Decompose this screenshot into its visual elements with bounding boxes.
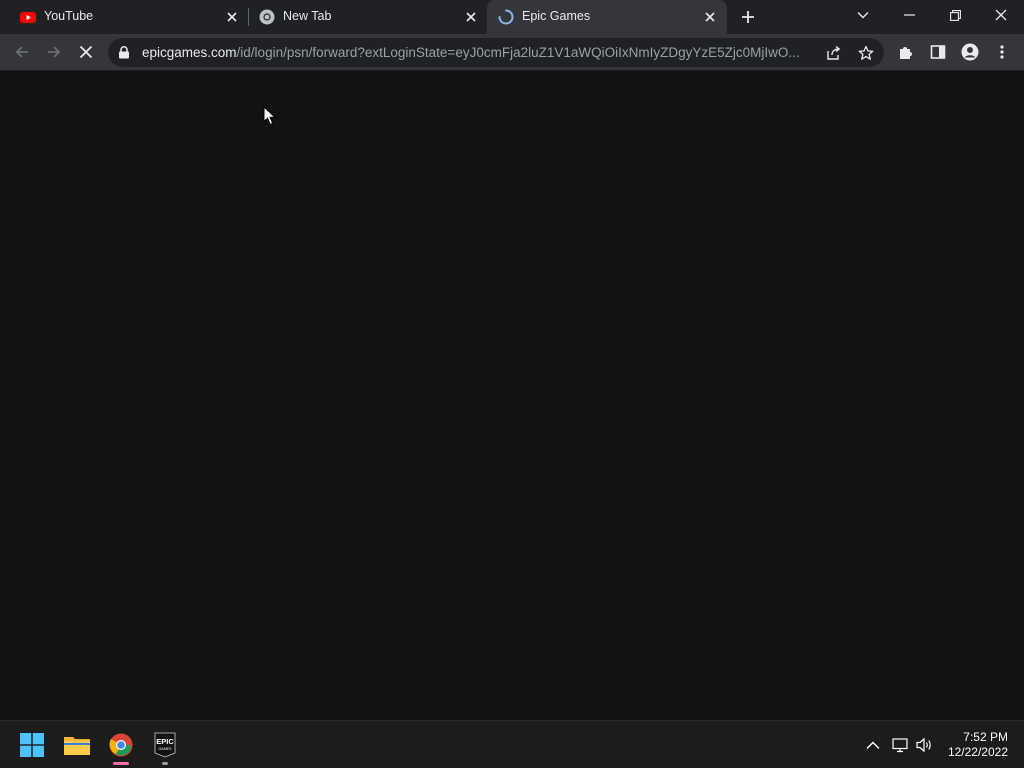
minimize-icon[interactable] — [897, 4, 921, 26]
show-hidden-icons-icon[interactable] — [863, 735, 883, 755]
clock-date: 12/22/2022 — [947, 745, 1008, 759]
browser-tab-strip: YouTube New Tab Epic Games — [0, 0, 1024, 34]
tab-title: Epic Games — [522, 9, 591, 23]
restore-icon[interactable] — [943, 4, 967, 26]
epic-logo-text: EPIC — [156, 737, 174, 746]
browser-toolbar: epicgames.com/id/login/psn/forward?extLo… — [0, 34, 1024, 71]
profile-avatar-icon[interactable] — [959, 41, 981, 63]
tab-new-tab[interactable]: New Tab — [249, 0, 487, 34]
lock-icon[interactable] — [118, 46, 130, 59]
tab-search-icon[interactable] — [851, 4, 875, 26]
back-button[interactable] — [11, 41, 33, 63]
new-tab-button[interactable] — [738, 7, 758, 27]
close-tab-icon[interactable] — [224, 9, 240, 25]
chrome-icon — [259, 9, 275, 25]
file-explorer-icon[interactable] — [61, 729, 93, 761]
share-icon[interactable] — [824, 43, 844, 63]
tab-epic-games[interactable]: Epic Games — [487, 0, 727, 34]
stop-loading-button[interactable] — [75, 41, 97, 63]
url-text: epicgames.com/id/login/psn/forward?extLo… — [142, 45, 822, 60]
windows-start-icon[interactable] — [16, 729, 48, 761]
tab-youtube[interactable]: YouTube — [0, 0, 248, 34]
url-host: epicgames.com — [142, 45, 237, 60]
close-tab-icon[interactable] — [702, 9, 718, 25]
menu-kebab-icon[interactable] — [991, 41, 1013, 63]
epic-games-icon[interactable]: EPIC GAMES — [149, 729, 181, 765]
clock-time: 7:52 PM — [963, 730, 1008, 744]
loading-spinner-icon — [498, 9, 514, 25]
side-panel-icon[interactable] — [927, 41, 949, 63]
bookmark-star-icon[interactable] — [856, 43, 876, 63]
tab-title: YouTube — [44, 9, 94, 23]
windows-taskbar: EPIC GAMES 7:52 PM 12/22/2022 — [0, 720, 1024, 768]
address-bar[interactable]: epicgames.com/id/login/psn/forward?extLo… — [108, 38, 884, 67]
extensions-puzzle-icon[interactable] — [895, 41, 917, 63]
close-tab-icon[interactable] — [463, 9, 479, 25]
epic-logo-subtext: GAMES — [159, 747, 173, 751]
forward-button[interactable] — [43, 41, 65, 63]
url-path: /id/login/psn/forward?extLoginState=eyJ0… — [236, 45, 800, 60]
youtube-icon — [20, 9, 36, 25]
network-icon[interactable] — [891, 735, 911, 755]
taskbar-clock[interactable]: 7:52 PM 12/22/2022 — [948, 730, 1008, 760]
app-active-indicator — [113, 762, 129, 765]
volume-icon[interactable] — [915, 735, 935, 755]
tab-title: New Tab — [283, 9, 332, 23]
close-window-icon[interactable] — [989, 4, 1013, 26]
chrome-icon[interactable] — [105, 729, 137, 765]
mouse-cursor-icon — [263, 105, 277, 126]
app-open-indicator — [162, 762, 168, 765]
page-content — [0, 71, 1024, 720]
